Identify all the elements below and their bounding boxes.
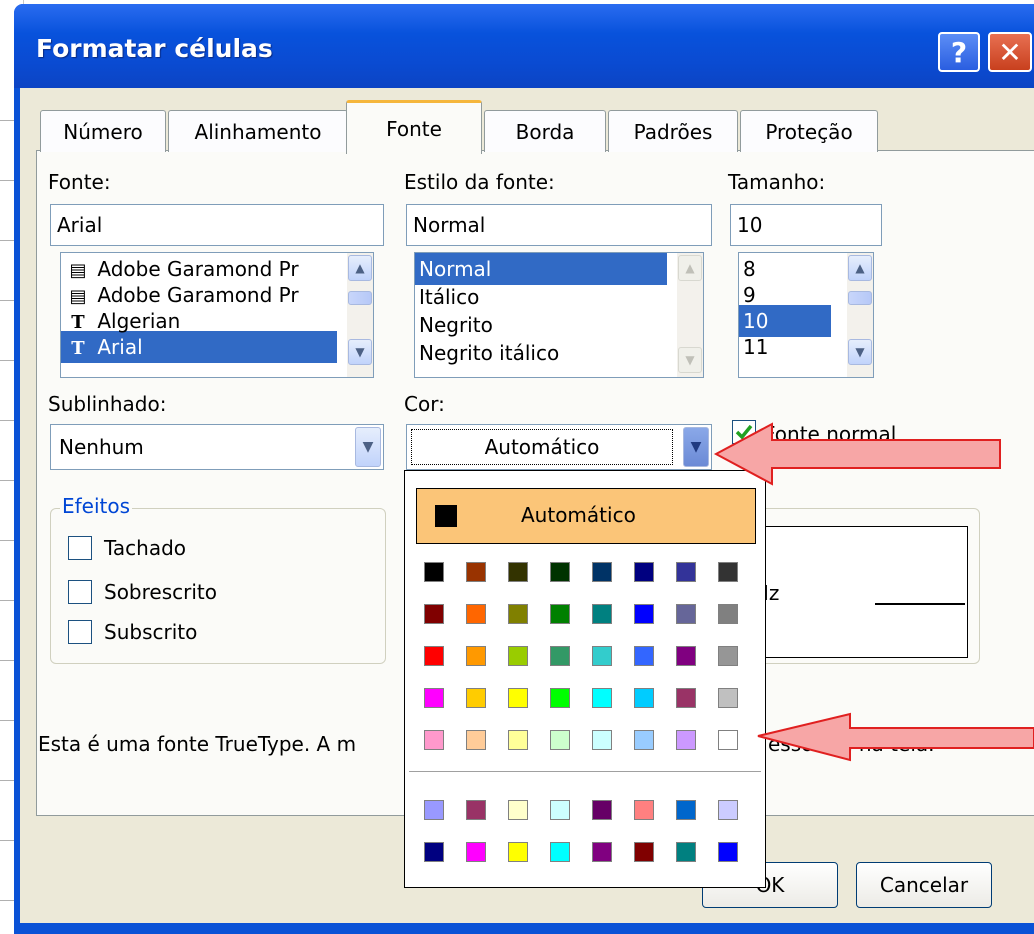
annotation-arrow-icon xyxy=(757,712,1034,762)
annotation-arrows xyxy=(713,422,1034,762)
tab-fonte[interactable]: Fonte xyxy=(346,100,482,154)
annotation-arrow-icon xyxy=(713,422,1001,486)
